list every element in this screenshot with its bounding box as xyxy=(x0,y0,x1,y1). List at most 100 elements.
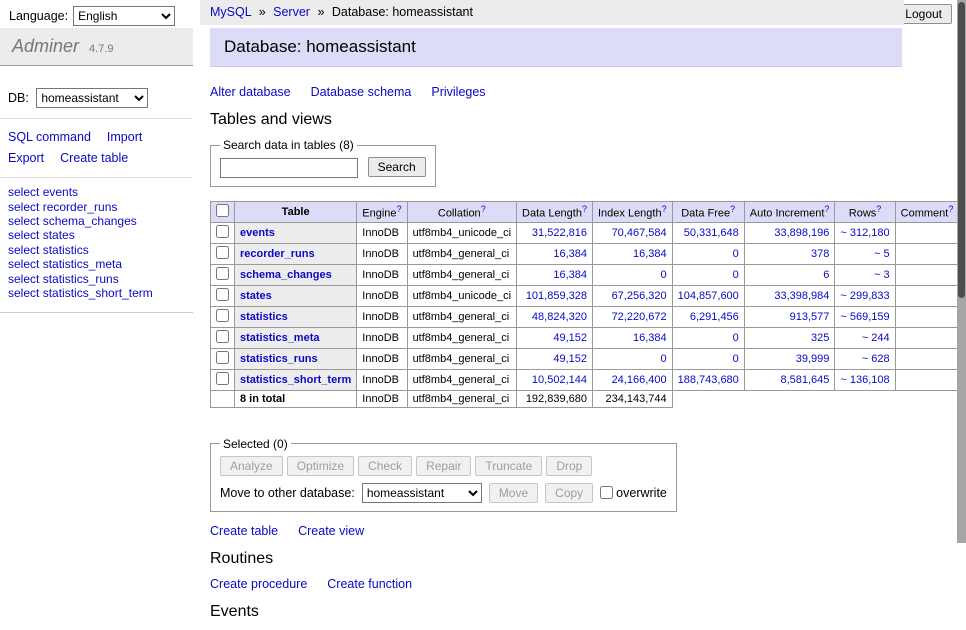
data-free-link[interactable]: 0 xyxy=(733,353,739,365)
overwrite-checkbox[interactable] xyxy=(600,486,613,499)
data-length-link[interactable]: 101,859,328 xyxy=(526,290,587,302)
auto-increment-link[interactable]: 325 xyxy=(811,332,829,344)
copy-button[interactable]: Copy xyxy=(545,483,593,503)
truncate-button[interactable]: Truncate xyxy=(475,456,542,476)
data-free-doc-link[interactable]: ? xyxy=(730,204,735,214)
auto-increment-link[interactable]: 8,581,645 xyxy=(780,374,829,386)
auto-increment-link[interactable]: 39,999 xyxy=(796,353,830,365)
table-select-link[interactable]: select xyxy=(8,228,39,242)
collation-doc-link[interactable]: ? xyxy=(481,204,486,214)
data-length-link[interactable]: 49,152 xyxy=(553,353,587,365)
move-button[interactable]: Move xyxy=(489,483,538,503)
create-procedure-link[interactable]: Create procedure xyxy=(210,577,307,591)
database-schema-link[interactable]: Database schema xyxy=(311,85,412,99)
rows-link[interactable]: ~ 244 xyxy=(862,332,890,344)
table-link[interactable]: statistics_meta xyxy=(43,257,122,271)
row-checkbox[interactable] xyxy=(216,267,229,280)
rows-link[interactable]: ~ 3 xyxy=(874,269,890,281)
auto-increment-link[interactable]: 33,398,984 xyxy=(774,290,829,302)
data-length-link[interactable]: 16,384 xyxy=(553,248,587,260)
optimize-button[interactable]: Optimize xyxy=(287,456,354,476)
table-name-link[interactable]: states xyxy=(240,290,272,302)
import-link[interactable]: Import xyxy=(107,130,142,144)
data-length-link[interactable]: 49,152 xyxy=(553,332,587,344)
rows-link[interactable]: ~ 5 xyxy=(874,248,890,260)
auto-increment-doc-link[interactable]: ? xyxy=(824,204,829,214)
search-input[interactable] xyxy=(220,158,358,178)
row-checkbox[interactable] xyxy=(216,309,229,322)
table-select-link[interactable]: select xyxy=(8,200,39,214)
engine-doc-link[interactable]: ? xyxy=(397,204,402,214)
rows-link[interactable]: ~ 312,180 xyxy=(840,227,889,239)
data-length-link[interactable]: 16,384 xyxy=(553,269,587,281)
table-select-link[interactable]: select xyxy=(8,243,39,257)
table-link[interactable]: statistics_runs xyxy=(43,272,119,286)
data-free-link[interactable]: 50,331,648 xyxy=(684,227,739,239)
move-db-select[interactable]: homeassistant xyxy=(362,483,482,503)
breadcrumb-mysql-link[interactable]: MySQL xyxy=(210,5,251,19)
table-select-link[interactable]: select xyxy=(8,257,39,271)
data-length-link[interactable]: 10,502,144 xyxy=(532,374,587,386)
table-name-link[interactable]: recorder_runs xyxy=(240,248,315,260)
select-all-checkbox[interactable] xyxy=(216,204,229,217)
sql-command-link[interactable]: SQL command xyxy=(8,130,91,144)
create-view-link[interactable]: Create view xyxy=(298,524,364,538)
data-free-link[interactable]: 6,291,456 xyxy=(690,311,739,323)
data-free-link[interactable]: 0 xyxy=(733,269,739,281)
data-length-doc-link[interactable]: ? xyxy=(582,204,587,214)
table-name-link[interactable]: schema_changes xyxy=(240,269,332,281)
check-button[interactable]: Check xyxy=(358,456,412,476)
create-table-link-main[interactable]: Create table xyxy=(210,524,278,538)
privileges-link[interactable]: Privileges xyxy=(431,85,485,99)
rows-link[interactable]: ~ 136,108 xyxy=(840,374,889,386)
auto-increment-link[interactable]: 33,898,196 xyxy=(774,227,829,239)
table-link[interactable]: statistics xyxy=(43,243,89,257)
alter-database-link[interactable]: Alter database xyxy=(210,85,291,99)
scrollbar[interactable] xyxy=(957,0,966,543)
search-button[interactable]: Search xyxy=(368,157,426,177)
index-length-link[interactable]: 0 xyxy=(661,269,667,281)
table-name-link[interactable]: statistics_short_term xyxy=(240,374,351,386)
row-checkbox[interactable] xyxy=(216,288,229,301)
create-table-link[interactable]: Create table xyxy=(60,151,128,165)
rows-link[interactable]: ~ 569,159 xyxy=(840,311,889,323)
table-name-link[interactable]: statistics_runs xyxy=(240,353,318,365)
row-checkbox[interactable] xyxy=(216,246,229,259)
data-free-link[interactable]: 0 xyxy=(733,248,739,260)
row-checkbox[interactable] xyxy=(216,225,229,238)
data-length-link[interactable]: 48,824,320 xyxy=(532,311,587,323)
language-select[interactable]: English xyxy=(73,6,175,26)
table-link[interactable]: states xyxy=(43,228,75,242)
rows-link[interactable]: ~ 299,833 xyxy=(840,290,889,302)
index-length-link[interactable]: 67,256,320 xyxy=(612,290,667,302)
auto-increment-link[interactable]: 913,577 xyxy=(790,311,830,323)
index-length-link[interactable]: 16,384 xyxy=(633,248,667,260)
analyze-button[interactable]: Analyze xyxy=(220,456,283,476)
table-link[interactable]: statistics_short_term xyxy=(43,286,153,300)
index-length-link[interactable]: 70,467,584 xyxy=(612,227,667,239)
repair-button[interactable]: Repair xyxy=(416,456,471,476)
table-name-link[interactable]: statistics xyxy=(240,311,288,323)
index-length-doc-link[interactable]: ? xyxy=(662,204,667,214)
table-link[interactable]: recorder_runs xyxy=(43,200,118,214)
data-free-link[interactable]: 188,743,680 xyxy=(678,374,739,386)
overwrite-option[interactable]: overwrite xyxy=(600,486,667,500)
table-select-link[interactable]: select xyxy=(8,272,39,286)
table-link[interactable]: events xyxy=(43,185,78,199)
data-length-link[interactable]: 31,522,816 xyxy=(532,227,587,239)
index-length-link[interactable]: 0 xyxy=(661,353,667,365)
table-select-link[interactable]: select xyxy=(8,185,39,199)
index-length-link[interactable]: 16,384 xyxy=(633,332,667,344)
table-name-link[interactable]: statistics_meta xyxy=(240,332,320,344)
comment-doc-link[interactable]: ? xyxy=(948,204,953,214)
data-free-link[interactable]: 0 xyxy=(733,332,739,344)
table-name-link[interactable]: events xyxy=(240,227,275,239)
row-checkbox[interactable] xyxy=(216,351,229,364)
table-select-link[interactable]: select xyxy=(8,286,39,300)
index-length-link[interactable]: 72,220,672 xyxy=(612,311,667,323)
db-select[interactable]: homeassistant xyxy=(36,88,148,108)
drop-button[interactable]: Drop xyxy=(546,456,592,476)
auto-increment-link[interactable]: 378 xyxy=(811,248,829,260)
rows-link[interactable]: ~ 628 xyxy=(862,353,890,365)
table-link[interactable]: schema_changes xyxy=(43,214,137,228)
